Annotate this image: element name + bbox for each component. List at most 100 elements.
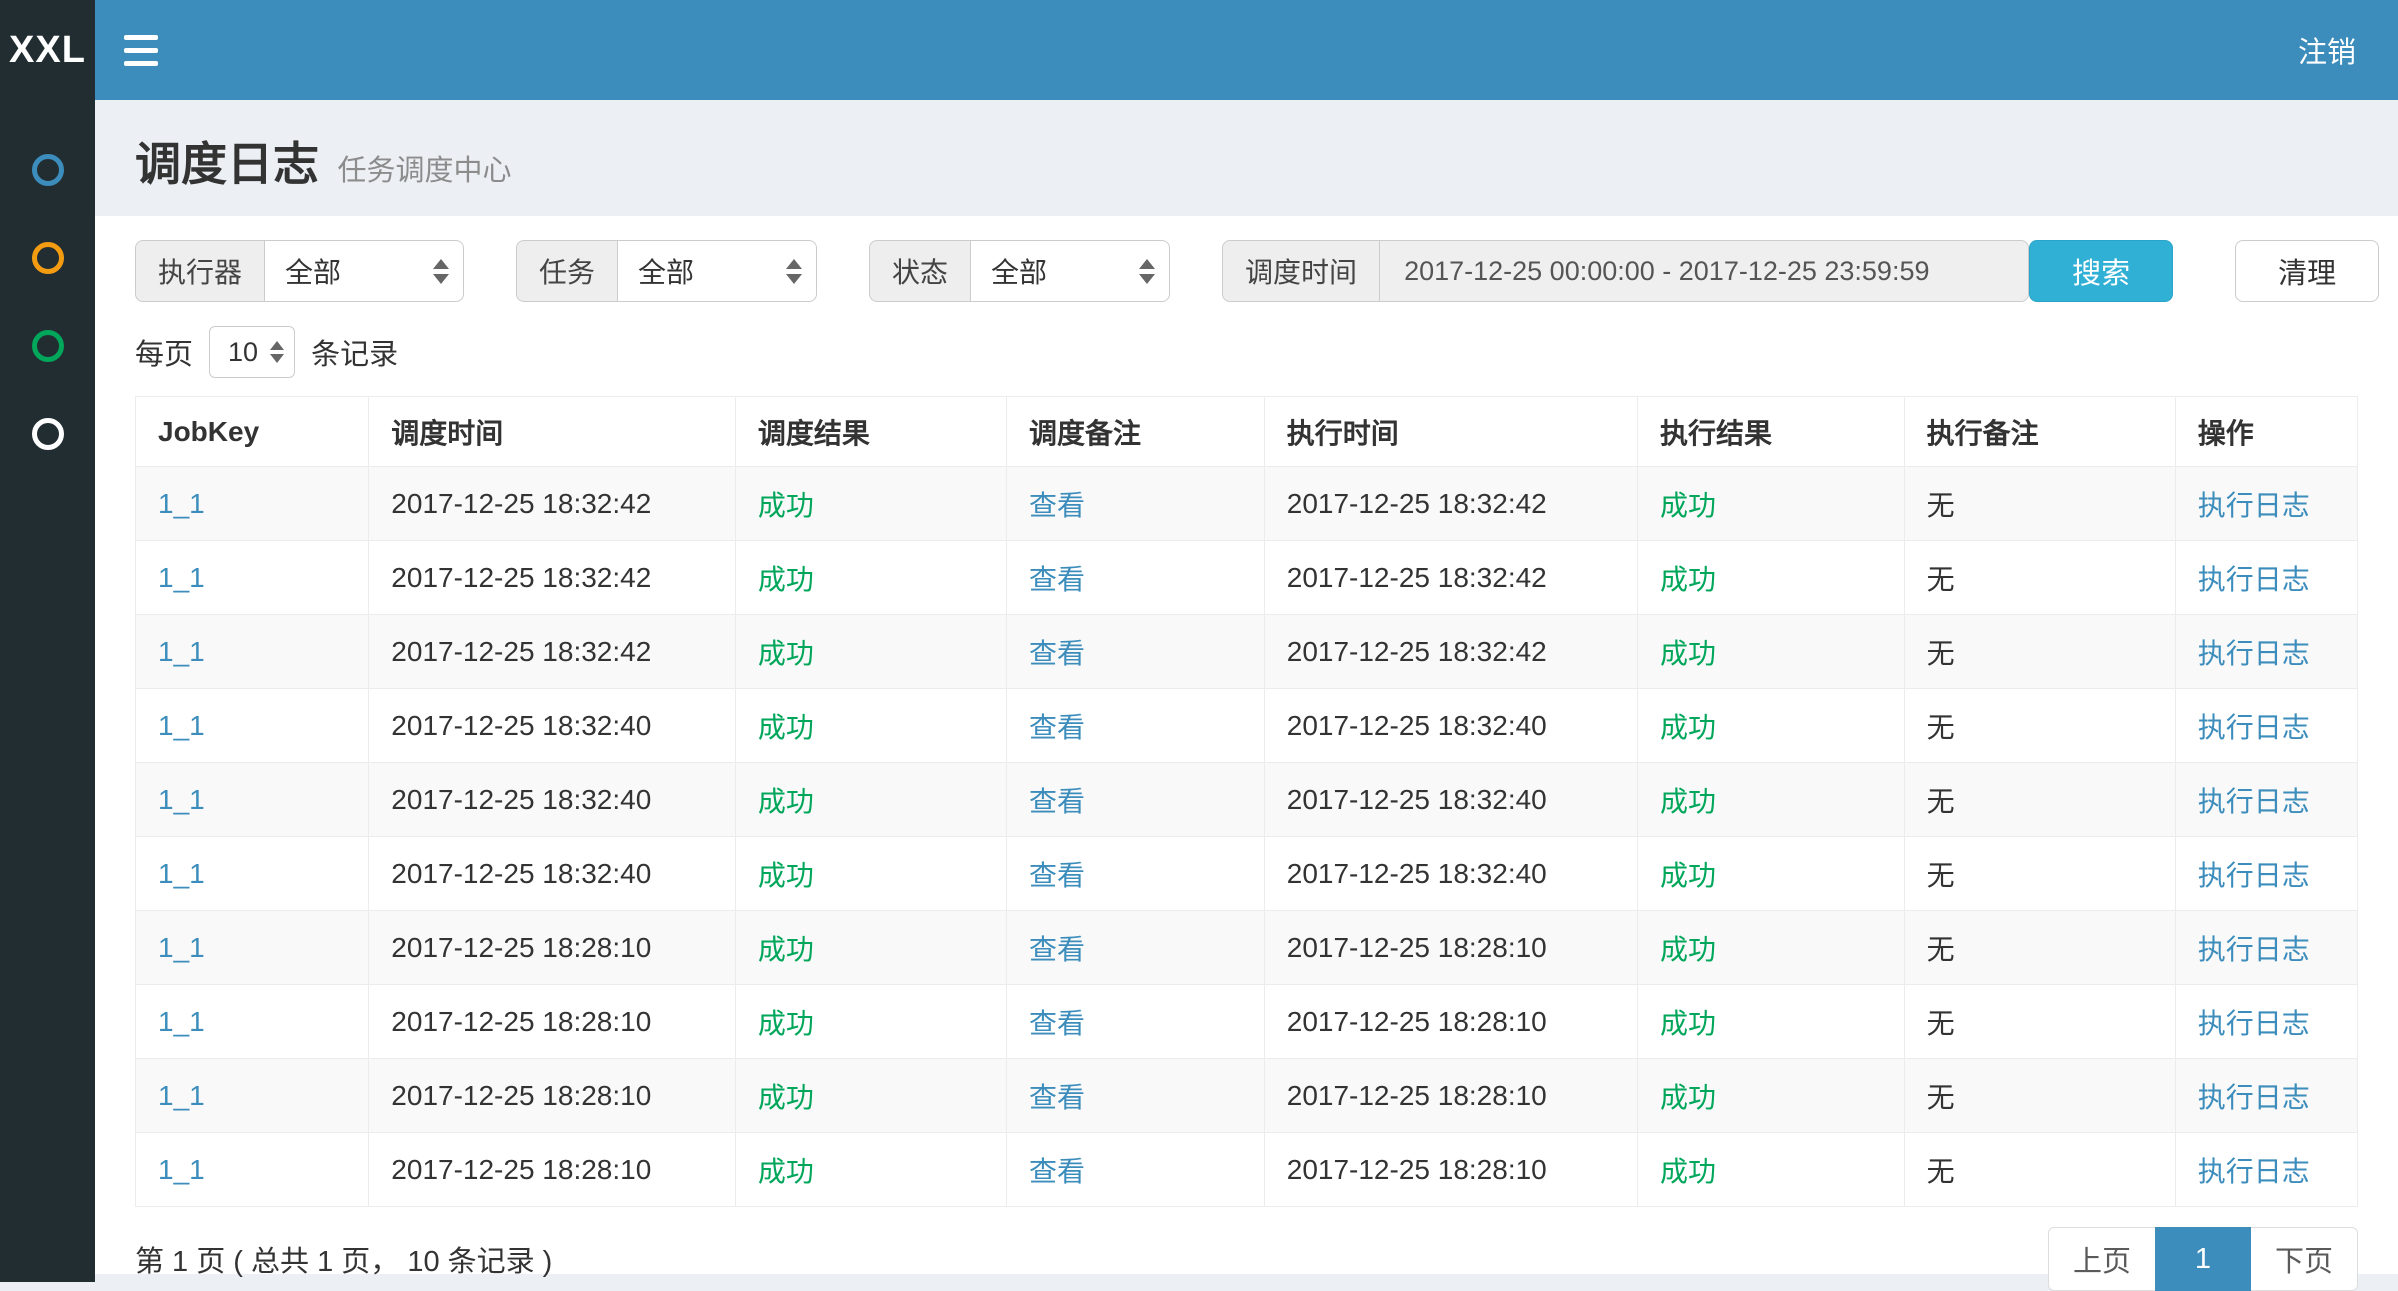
logout-link[interactable]: 注销 bbox=[2298, 29, 2356, 71]
table-footer: 第 1 页 ( 总共 1 页， 10 条记录 ) 上页 1 下页 bbox=[135, 1227, 2358, 1291]
jobkey-cell: 1_1 bbox=[136, 541, 369, 615]
view-remark-link[interactable]: 查看 bbox=[1029, 934, 1085, 965]
exec-time-cell: 2017-12-25 18:28:10 bbox=[1264, 1059, 1637, 1133]
jobkey-cell: 1_1 bbox=[136, 467, 369, 541]
sidebar-item-1[interactable] bbox=[0, 126, 95, 214]
navbar-right: 注销 bbox=[2298, 0, 2398, 100]
exec-log-link[interactable]: 执行日志 bbox=[2198, 860, 2310, 891]
jobkey-link[interactable]: 1_1 bbox=[158, 562, 205, 593]
table-row: 1_1 2017-12-25 18:28:10 成功 查看 2017-12-25… bbox=[136, 1059, 2358, 1133]
view-remark-link[interactable]: 查看 bbox=[1029, 564, 1085, 595]
sched-time-cell: 2017-12-25 18:32:40 bbox=[369, 689, 736, 763]
sched-remark-cell: 查看 bbox=[1007, 911, 1265, 985]
circle-outline-icon bbox=[32, 330, 64, 362]
col-header-sched-result: 调度结果 bbox=[735, 397, 1006, 467]
sched-time-cell: 2017-12-25 18:32:42 bbox=[369, 615, 736, 689]
sched-result-cell: 成功 bbox=[735, 1133, 1006, 1207]
jobkey-link[interactable]: 1_1 bbox=[158, 932, 205, 963]
sched-result-cell: 成功 bbox=[735, 1059, 1006, 1133]
sidebar-item-2[interactable] bbox=[0, 214, 95, 302]
sched-time-cell: 2017-12-25 18:28:10 bbox=[369, 911, 736, 985]
sidebar-item-4[interactable] bbox=[0, 390, 95, 478]
exec-log-link[interactable]: 执行日志 bbox=[2198, 638, 2310, 669]
job-select-value: 全部 bbox=[638, 251, 694, 291]
exec-remark-cell: 无 bbox=[1904, 985, 2175, 1059]
exec-log-link[interactable]: 执行日志 bbox=[2198, 490, 2310, 521]
sched-result-cell: 成功 bbox=[735, 615, 1006, 689]
exec-time-cell: 2017-12-25 18:28:10 bbox=[1264, 985, 1637, 1059]
select-arrows-icon bbox=[786, 259, 802, 284]
exec-remark-cell: 无 bbox=[1904, 911, 2175, 985]
exec-log-link[interactable]: 执行日志 bbox=[2198, 1156, 2310, 1187]
filter-bar: 执行器 全部 任务 全部 状态 全部 bbox=[135, 240, 2358, 302]
top-navbar: XXL 注销 bbox=[0, 0, 2398, 100]
jobkey-link[interactable]: 1_1 bbox=[158, 1080, 205, 1111]
exec-time-cell: 2017-12-25 18:32:42 bbox=[1264, 467, 1637, 541]
view-remark-link[interactable]: 查看 bbox=[1029, 860, 1085, 891]
schedule-time-filter-label: 调度时间 bbox=[1222, 240, 1379, 302]
pagination-prev-button[interactable]: 上页 bbox=[2048, 1227, 2156, 1291]
job-select[interactable]: 全部 bbox=[617, 240, 817, 302]
jobkey-link[interactable]: 1_1 bbox=[158, 858, 205, 889]
jobkey-link[interactable]: 1_1 bbox=[158, 636, 205, 667]
exec-log-link[interactable]: 执行日志 bbox=[2198, 1082, 2310, 1113]
jobkey-link[interactable]: 1_1 bbox=[158, 784, 205, 815]
sidebar-item-3[interactable] bbox=[0, 302, 95, 390]
action-cell: 执行日志 bbox=[2175, 911, 2357, 985]
exec-log-link[interactable]: 执行日志 bbox=[2198, 1008, 2310, 1039]
action-cell: 执行日志 bbox=[2175, 763, 2357, 837]
sidebar bbox=[0, 100, 95, 1282]
app-logo[interactable]: XXL bbox=[0, 0, 95, 100]
pagination-page-1[interactable]: 1 bbox=[2155, 1227, 2251, 1291]
sched-remark-cell: 查看 bbox=[1007, 837, 1265, 911]
schedule-time-filter-group: 调度时间 bbox=[1222, 240, 2029, 302]
sidebar-toggle-button[interactable] bbox=[95, 0, 187, 100]
jobkey-link[interactable]: 1_1 bbox=[158, 488, 205, 519]
view-remark-link[interactable]: 查看 bbox=[1029, 490, 1085, 521]
sched-remark-cell: 查看 bbox=[1007, 763, 1265, 837]
sched-remark-cell: 查看 bbox=[1007, 1133, 1265, 1207]
jobkey-link[interactable]: 1_1 bbox=[158, 1154, 205, 1185]
pagination-next-button[interactable]: 下页 bbox=[2250, 1227, 2358, 1291]
jobkey-link[interactable]: 1_1 bbox=[158, 710, 205, 741]
exec-log-link[interactable]: 执行日志 bbox=[2198, 934, 2310, 965]
executor-filter-label: 执行器 bbox=[135, 240, 264, 302]
clear-button[interactable]: 清理 bbox=[2235, 240, 2379, 302]
exec-remark-cell: 无 bbox=[1904, 467, 2175, 541]
view-remark-link[interactable]: 查看 bbox=[1029, 1082, 1085, 1113]
view-remark-link[interactable]: 查看 bbox=[1029, 1008, 1085, 1039]
exec-log-link[interactable]: 执行日志 bbox=[2198, 786, 2310, 817]
table-row: 1_1 2017-12-25 18:28:10 成功 查看 2017-12-25… bbox=[136, 1133, 2358, 1207]
page-title: 调度日志 bbox=[135, 138, 319, 190]
view-remark-link[interactable]: 查看 bbox=[1029, 786, 1085, 817]
table-row: 1_1 2017-12-25 18:28:10 成功 查看 2017-12-25… bbox=[136, 911, 2358, 985]
page-size-value: 10 bbox=[228, 337, 258, 368]
executor-select[interactable]: 全部 bbox=[264, 240, 464, 302]
col-header-sched-remark: 调度备注 bbox=[1007, 397, 1265, 467]
jobkey-cell: 1_1 bbox=[136, 1133, 369, 1207]
col-header-jobkey: JobKey bbox=[136, 397, 369, 467]
circle-outline-icon bbox=[32, 418, 64, 450]
view-remark-link[interactable]: 查看 bbox=[1029, 1156, 1085, 1187]
col-header-sched-time: 调度时间 bbox=[369, 397, 736, 467]
status-select[interactable]: 全部 bbox=[970, 240, 1170, 302]
exec-result-cell: 成功 bbox=[1638, 615, 1905, 689]
schedule-time-range-input[interactable] bbox=[1379, 240, 2029, 302]
col-header-exec-remark: 执行备注 bbox=[1904, 397, 2175, 467]
exec-log-link[interactable]: 执行日志 bbox=[2198, 564, 2310, 595]
sched-remark-cell: 查看 bbox=[1007, 541, 1265, 615]
search-button[interactable]: 搜索 bbox=[2029, 240, 2173, 302]
exec-result-cell: 成功 bbox=[1638, 689, 1905, 763]
sched-result-cell: 成功 bbox=[735, 689, 1006, 763]
view-remark-link[interactable]: 查看 bbox=[1029, 712, 1085, 743]
sidebar-menu bbox=[0, 126, 95, 478]
view-remark-link[interactable]: 查看 bbox=[1029, 638, 1085, 669]
table-row: 1_1 2017-12-25 18:32:42 成功 查看 2017-12-25… bbox=[136, 467, 2358, 541]
action-cell: 执行日志 bbox=[2175, 1059, 2357, 1133]
status-filter-group: 状态 全部 bbox=[869, 240, 1170, 302]
sched-remark-cell: 查看 bbox=[1007, 985, 1265, 1059]
exec-log-link[interactable]: 执行日志 bbox=[2198, 712, 2310, 743]
page-size-select[interactable]: 10 bbox=[209, 326, 295, 378]
sched-time-cell: 2017-12-25 18:28:10 bbox=[369, 1133, 736, 1207]
jobkey-link[interactable]: 1_1 bbox=[158, 1006, 205, 1037]
